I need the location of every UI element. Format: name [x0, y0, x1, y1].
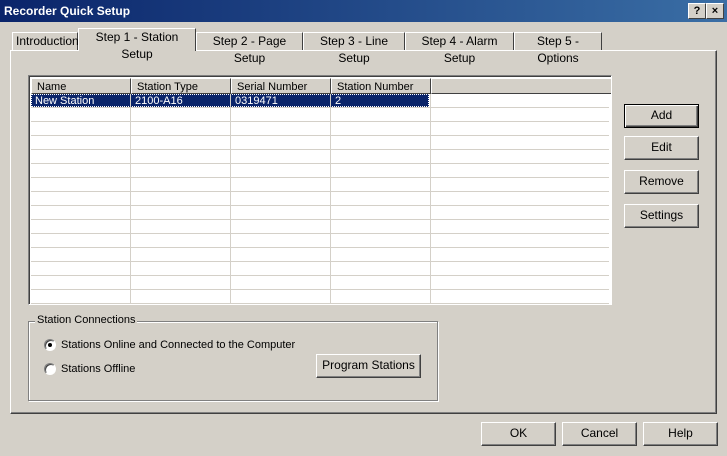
cell-station-number: 2	[335, 95, 342, 107]
empty-row	[31, 136, 609, 150]
radio-offline-label[interactable]: Stations Offline	[61, 363, 135, 375]
tab-alarm-setup[interactable]: Step 4 - Alarm Setup	[405, 32, 514, 65]
radio-dot	[48, 343, 52, 347]
ok-button[interactable]: OK	[481, 422, 556, 446]
empty-row	[31, 262, 609, 276]
empty-row	[31, 108, 609, 122]
add-button[interactable]: Add	[624, 104, 699, 128]
column-header-serial-number[interactable]: Serial Number	[231, 78, 331, 94]
cancel-button[interactable]: Cancel	[562, 422, 637, 446]
empty-row	[31, 178, 609, 192]
tab-introduction[interactable]: Introduction	[12, 32, 79, 50]
column-divider	[130, 94, 131, 304]
tab-line-setup[interactable]: Step 3 - Line Setup	[303, 32, 405, 65]
help-title-button[interactable]: ?	[688, 3, 706, 19]
column-header-name[interactable]: Name	[31, 78, 131, 94]
empty-row	[31, 234, 609, 248]
tab-options[interactable]: Step 5 - Options	[514, 32, 602, 65]
column-divider	[230, 94, 231, 304]
help-button[interactable]: Help	[643, 422, 718, 446]
empty-row	[31, 220, 609, 234]
empty-row	[31, 150, 609, 164]
group-label: Station Connections	[35, 314, 138, 326]
radio-online[interactable]	[44, 339, 56, 351]
radio-offline[interactable]	[44, 363, 56, 375]
empty-row	[31, 192, 609, 206]
title-bar: Recorder Quick Setup ? ×	[0, 0, 727, 22]
edit-button[interactable]: Edit	[624, 136, 699, 160]
tab-page-setup[interactable]: Step 2 - Page Setup	[196, 32, 303, 65]
cell-name: New Station	[35, 95, 95, 107]
column-header-station-number[interactable]: Station Number	[331, 78, 431, 94]
empty-row	[31, 122, 609, 136]
cell-serial-number: 0319471	[235, 95, 278, 107]
column-header-empty	[431, 78, 611, 94]
empty-row	[31, 164, 609, 178]
remove-button[interactable]: Remove	[624, 170, 699, 194]
close-icon[interactable]: ×	[706, 3, 724, 19]
column-header-station-type[interactable]: Station Type	[131, 78, 231, 94]
cell-station-type: 2100-A16	[135, 95, 183, 107]
empty-row	[31, 276, 609, 290]
settings-button[interactable]: Settings	[624, 204, 699, 228]
program-stations-button[interactable]: Program Stations	[316, 354, 421, 378]
station-list[interactable]: Name Station Type Serial Number Station …	[28, 75, 612, 305]
column-divider	[330, 94, 331, 304]
column-divider	[430, 94, 431, 304]
empty-row	[31, 290, 609, 304]
window-title: Recorder Quick Setup	[4, 4, 131, 18]
empty-row	[31, 206, 609, 220]
tab-station-setup[interactable]: Step 1 - Station Setup	[78, 28, 196, 61]
radio-online-label[interactable]: Stations Online and Connected to the Com…	[61, 339, 295, 351]
table-row[interactable]: New Station 2100-A16 0319471 2	[31, 94, 609, 108]
empty-row	[31, 248, 609, 262]
